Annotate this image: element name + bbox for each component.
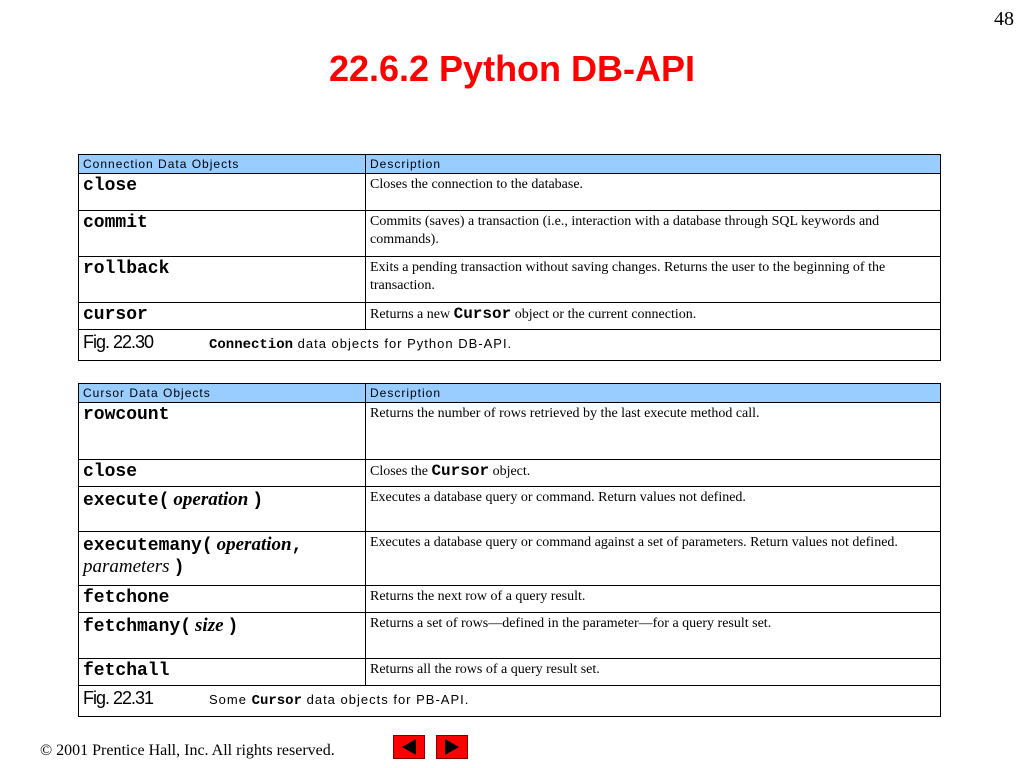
table-header-row: Cursor Data Objects Description [78,383,941,403]
left-arrow-icon [402,739,416,755]
previous-slide-button[interactable] [393,735,425,759]
method-name: close [83,176,138,196]
table-row: executemany( operation, parameters ) Exec… [78,531,941,586]
table-row: commit Commits (saves) a transaction (i.… [78,210,941,257]
page-title: 22.6.2 Python DB-API [328,48,696,89]
method-name: cursor [83,305,148,325]
column-header: Description [365,154,941,174]
method-description: Exits a pending transaction without savi… [365,256,941,303]
figure-label: Fig. 22.30 [83,332,154,352]
table-row: close Closes the Cursor object. [78,459,941,487]
copyright-footer: © 2001 Prentice Hall, Inc. All rights re… [40,742,335,759]
method-description: Returns the number of rows retrieved by … [365,402,941,460]
column-header: Description [365,383,941,403]
table-row: rowcount Returns the number of rows retr… [78,402,941,460]
method-description: Executes a database query or command aga… [365,531,941,586]
method-name: fetchall [83,661,170,681]
method-name: commit [83,213,148,233]
right-arrow-icon [445,739,459,755]
method-argument: size [195,615,224,636]
table-row: cursor Returns a new Cursor object or th… [78,302,941,330]
table-row: close Closes the connection to the datab… [78,173,941,211]
next-slide-button[interactable] [436,735,468,759]
method-description: Executes a database query or command. Re… [365,486,941,532]
column-header: Cursor Data Objects [78,383,366,403]
table-row: fetchone Returns the next row of a query… [78,585,941,613]
figure-caption-row: Fig. 22.31 Some Cursor data objects for P… [78,685,941,717]
figure-caption-row: Fig. 22.30 Connection data objects for Py… [78,329,941,361]
method-name: rollback [83,259,170,279]
method-argument: operation [216,534,292,555]
figure-label: Fig. 22.31 [83,688,154,708]
method-name: fetchone [83,588,170,608]
method-name: fetchmany( [83,617,192,637]
method-description: Returns a set of rows—defined in the par… [365,612,941,659]
figure-caption: Fig. 22.31 Some Cursor data objects for P… [78,685,941,717]
figure-caption: Fig. 22.30 Connection data objects for Py… [78,329,941,361]
table-row: fetchmany( size ) Returns a set of rows—… [78,612,941,659]
method-name: execute( [83,491,170,511]
method-description: Returns the next row of a query result. [365,585,941,613]
table-row: execute( operation ) Executes a database… [78,486,941,532]
table-row: rollback Exits a pending transaction wit… [78,256,941,303]
table-row: fetchall Returns all the rows of a query… [78,658,941,686]
page-number: 48 [994,8,1014,30]
method-description: Closes the connection to the database. [365,173,941,211]
table-header-row: Connection Data Objects Description [78,154,941,174]
method-description: Closes the Cursor object. [365,459,941,487]
method-argument: operation [173,489,249,510]
method-description: Returns a new Cursor object or the curre… [365,302,941,330]
method-description: Commits (saves) a transaction (i.e., int… [365,210,941,257]
method-name: close [83,462,138,482]
method-name: executemany( [83,536,213,556]
cursor-objects-table: Cursor Data Objects Description rowcount… [78,383,941,717]
connection-objects-table: Connection Data Objects Description clos… [78,154,941,361]
method-argument: parameters [83,556,170,577]
method-name: rowcount [83,405,170,425]
column-header: Connection Data Objects [78,154,366,174]
method-description: Returns all the rows of a query result s… [365,658,941,686]
